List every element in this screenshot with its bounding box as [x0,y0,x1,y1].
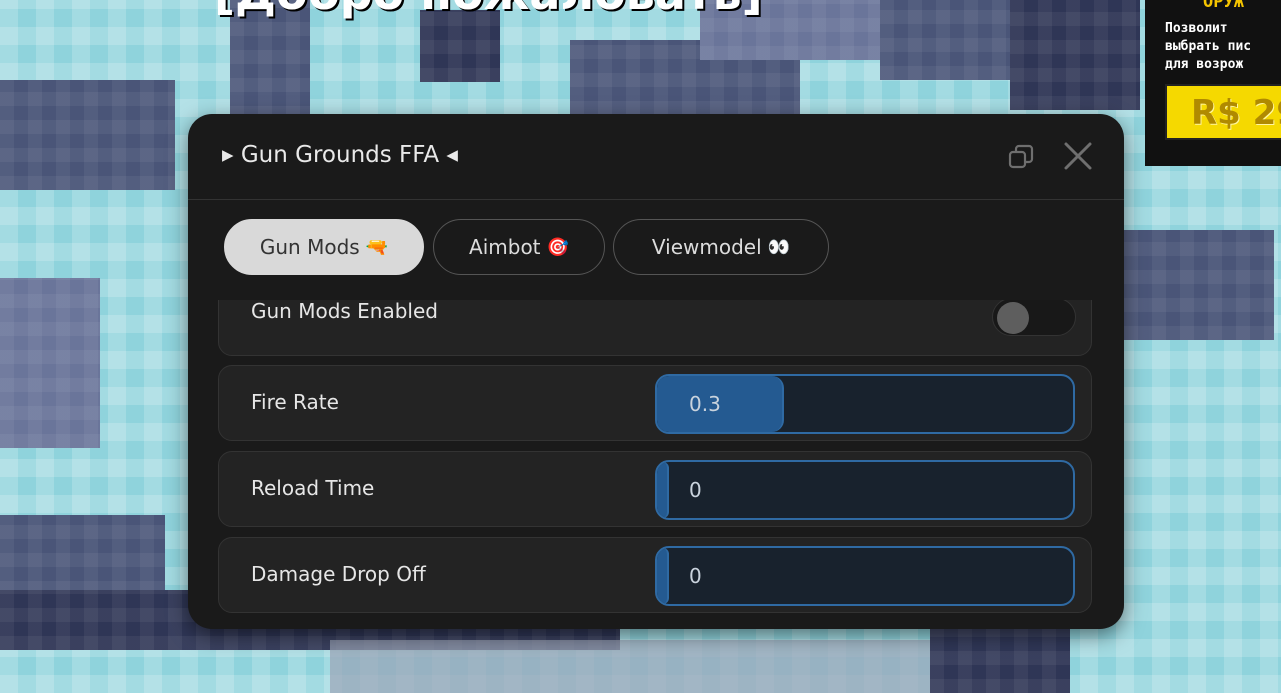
setting-label: Gun Mods Enabled [251,300,438,323]
tab-label: Viewmodel [651,235,762,259]
setting-row-damage-drop-off: Damage Drop Off 0 [218,537,1092,613]
tab-gun-mods[interactable]: Gun Mods 🔫 [224,219,424,275]
scene-block [0,515,165,595]
setting-row-reload-time: Reload Time 0 [218,451,1092,527]
welcome-banner: [Добро пожаловать] [214,0,763,20]
fire-rate-slider[interactable]: 0.3 [655,374,1075,434]
settings-list[interactable]: Gun Mods Enabled Fire Rate 0.3 Reload Ti… [218,300,1094,620]
ad-price-button[interactable]: R$ 29 [1165,84,1281,140]
tab-label: Gun Mods [259,235,360,259]
slider-value: 0 [689,564,702,588]
target-icon: 🎯 [546,236,569,258]
setting-label: Damage Drop Off [251,562,426,586]
toggle-knob [997,302,1029,334]
tab-aimbot[interactable]: Aimbot 🎯 [433,219,605,275]
tab-label: Aimbot [469,235,541,259]
ad-text: Позволит выбрать пис для возрож [1165,21,1252,72]
setting-row-gun-mods-enabled: Gun Mods Enabled [218,300,1092,356]
water-gun-icon: 🔫 [365,236,389,258]
scene-block [880,0,1010,80]
close-icon[interactable] [1060,138,1096,174]
eyes-icon: 👀 [767,236,791,258]
scene-block [420,10,500,82]
scene-block [0,80,175,190]
setting-label: Fire Rate [251,390,339,414]
restore-icon[interactable] [1008,144,1034,170]
ad-price-label: R$ 29 [1191,93,1281,133]
window-title: ▸ Gun Grounds FFA ◂ [222,142,458,168]
slider-fill [657,548,669,604]
setting-label: Reload Time [251,476,375,500]
scene-block [0,278,100,448]
ad-title: ОРУЖ [1203,0,1244,12]
scene-block [1010,0,1140,110]
slider-value: 0 [689,478,702,502]
damage-drop-off-slider[interactable]: 0 [655,546,1075,606]
scene-block [1124,230,1274,340]
scene-floor [330,640,930,693]
gun-mods-toggle[interactable] [992,300,1076,336]
shop-ad[interactable]: ОРУЖ Позволит выбрать пис для возрож R$ … [1145,0,1281,166]
slider-value: 0.3 [689,392,721,416]
scene-block [930,625,1070,693]
slider-fill [657,462,669,518]
setting-row-fire-rate: Fire Rate 0.3 [218,365,1092,441]
reload-time-slider[interactable]: 0 [655,460,1075,520]
mod-menu-window: ▸ Gun Grounds FFA ◂ Gun Mods 🔫 Aimbot 🎯 … [188,114,1124,629]
tab-viewmodel[interactable]: Viewmodel 👀 [613,219,829,275]
title-bar[interactable]: ▸ Gun Grounds FFA ◂ [188,114,1124,200]
